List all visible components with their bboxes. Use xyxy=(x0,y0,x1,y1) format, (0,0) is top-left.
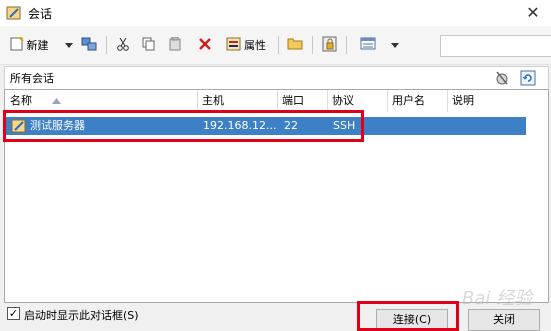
session-manager-button[interactable] xyxy=(80,35,98,55)
highlight-box-session-row xyxy=(3,110,364,142)
column-header-port[interactable]: 端口 xyxy=(278,90,328,112)
properties-label: 属性 xyxy=(244,39,266,52)
paste-button[interactable] xyxy=(166,35,184,55)
startup-checkbox-label: 启动时显示此对话框(S) xyxy=(24,309,139,322)
list-view-icon xyxy=(360,37,376,53)
copy-button[interactable] xyxy=(140,35,158,55)
properties-button[interactable]: 属性 xyxy=(222,35,270,55)
scissors-icon xyxy=(116,37,130,54)
refresh-icon xyxy=(520,70,536,89)
column-header-label: 名称 xyxy=(10,94,32,107)
new-session-button[interactable]: 新建 xyxy=(6,35,52,55)
column-header-host[interactable]: 主机 xyxy=(198,90,278,112)
toolbar-separator xyxy=(312,36,313,54)
window-title: 会话 xyxy=(28,7,53,21)
lock-session-button[interactable] xyxy=(320,35,338,55)
app-icon xyxy=(6,5,22,21)
new-icon xyxy=(10,35,24,54)
startup-checkbox[interactable]: ✓ xyxy=(7,307,20,320)
cut-button[interactable] xyxy=(114,35,132,55)
chevron-down-icon xyxy=(65,39,73,52)
toolbar-separator xyxy=(106,36,107,54)
toolbar-separator xyxy=(278,36,279,54)
new-folder-button[interactable] xyxy=(286,35,304,55)
close-dialog-button[interactable]: 关闭 xyxy=(468,309,540,331)
sort-up-icon xyxy=(52,90,61,112)
gear-icon xyxy=(494,71,510,89)
paste-icon xyxy=(168,36,182,54)
search-input[interactable] xyxy=(440,35,551,57)
folder-icon xyxy=(287,37,303,53)
copy-icon xyxy=(142,37,156,54)
column-header-description[interactable]: 说明 xyxy=(448,90,528,112)
view-dropdown-button[interactable] xyxy=(388,35,402,55)
new-dropdown-button[interactable] xyxy=(62,35,76,55)
title-bar xyxy=(0,0,551,26)
chevron-down-icon xyxy=(391,39,399,52)
properties-icon xyxy=(226,37,241,54)
delete-x-icon xyxy=(199,37,211,53)
column-header-protocol[interactable]: 协议 xyxy=(328,90,388,112)
highlight-box-connect xyxy=(357,301,459,331)
column-header-name[interactable]: 名称 xyxy=(6,90,198,112)
view-button[interactable] xyxy=(358,35,378,55)
refresh-button[interactable] xyxy=(520,70,536,86)
watermark-text: Bai 经验 xyxy=(462,288,533,309)
new-label: 新建 xyxy=(26,39,49,52)
close-icon[interactable]: ✕ xyxy=(515,0,551,26)
toolbar-separator xyxy=(346,36,347,54)
column-header-username[interactable]: 用户名 xyxy=(388,90,448,112)
session-header xyxy=(4,66,549,89)
lock-icon xyxy=(322,36,337,55)
session-header-title: 所有会话 xyxy=(10,72,54,85)
session-settings-button[interactable] xyxy=(494,70,510,86)
network-icon xyxy=(81,36,97,55)
delete-button[interactable] xyxy=(196,35,214,55)
